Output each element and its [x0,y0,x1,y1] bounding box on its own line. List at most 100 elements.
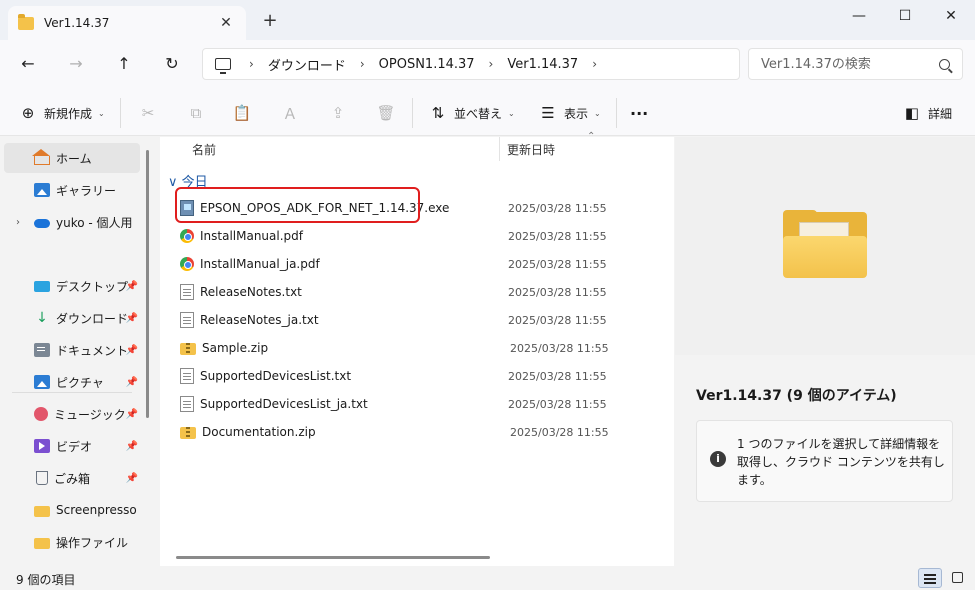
delete-button[interactable]: 🗑 [376,100,396,126]
details-button[interactable]: ◧ 詳細 [902,100,952,126]
details-pane-icon: ◧ [904,104,920,122]
column-separator[interactable] [499,137,500,161]
text-file-icon [180,312,194,328]
pin-icon[interactable]: 📌 [126,473,138,484]
sidebar-item-screenpresso[interactable]: Screenpresso [4,495,140,525]
pin-icon[interactable]: 📌 [126,409,138,420]
preview-title: Ver1.14.37 (9 個のアイテム) [696,388,897,404]
file-row[interactable]: InstallManual_ja.pdf 2025/03/28 11:55 [174,250,664,278]
tab-close-button[interactable]: ✕ [216,15,236,31]
navigation-pane: ホーム ギャラリー › yuko - 個人用 デスクトップ 📌 ↓ ダウンロード… [0,137,156,566]
breadcrumb-separator[interactable]: › [360,57,365,71]
breadcrumb-ver[interactable]: Ver1.14.37 [507,57,578,72]
music-icon [34,407,48,421]
sidebar-item-downloads[interactable]: ↓ ダウンロード 📌 [4,303,140,333]
sidebar-scrollbar[interactable] [146,150,149,418]
breadcrumb-separator[interactable]: › [592,57,597,71]
file-row[interactable]: ReleaseNotes.txt 2025/03/28 11:55 [174,278,664,306]
folder-icon [34,537,50,549]
share-button[interactable]: ⇪ [328,100,348,126]
cut-button[interactable]: ✂ [138,100,158,126]
sidebar-item-label: ビデオ [56,439,93,454]
view-button[interactable]: ☰ 表示 ⌄ [538,100,600,126]
pin-icon[interactable]: 📌 [126,441,138,452]
title-bar: Ver1.14.37 ✕ + — ☐ ✕ [0,0,975,40]
up-button[interactable]: ↑ [110,52,138,76]
breadcrumb-separator[interactable]: › [249,57,254,71]
sidebar-item-videos[interactable]: ビデオ 📌 [4,431,140,461]
copy-button[interactable]: ⧉ [186,100,206,126]
search-icon[interactable] [939,58,950,70]
chevron-down-icon: ⌄ [98,108,105,118]
paste-button[interactable]: 📋 [232,100,252,126]
sidebar-item-home[interactable]: ホーム [4,143,140,173]
breadcrumb-downloads[interactable]: ダウンロード [268,55,346,74]
details-button-label: 詳細 [928,106,953,121]
recycle-bin-icon [36,471,48,485]
new-button[interactable]: ⊕ 新規作成 ⌄ [18,100,105,126]
rename-icon: Ａ [282,104,298,123]
chevron-right-icon[interactable]: › [16,217,20,228]
zip-folder-icon [180,343,196,355]
file-name: ReleaseNotes_ja.txt [200,313,319,327]
pin-icon[interactable]: 📌 [126,345,138,356]
file-date: 2025/03/28 11:55 [508,369,607,383]
file-row[interactable]: ReleaseNotes_ja.txt 2025/03/28 11:55 [174,306,664,334]
maximize-button[interactable]: ☐ [882,4,928,28]
breadcrumb-separator[interactable]: › [489,57,494,71]
file-date: 2025/03/28 11:55 [508,257,607,271]
tab-title: Ver1.14.37 [44,16,110,30]
column-header-date[interactable]: 更新日時 [507,141,555,158]
file-date: 2025/03/28 11:55 [510,425,609,439]
sort-button[interactable]: ⇅ 並べ替え ⌄ [428,100,515,126]
sidebar-item-pictures[interactable]: ピクチャ 📌 [4,367,140,397]
details-view-button[interactable] [918,568,942,588]
tiles-view-button[interactable] [946,568,970,588]
back-button[interactable]: ← [14,52,42,76]
address-bar[interactable]: › ダウンロード › OPOSN1.14.37 › Ver1.14.37 › [202,48,740,80]
new-tab-button[interactable]: + [258,10,282,31]
large-folder-icon [783,210,867,278]
sidebar-item-operation-files[interactable]: 操作ファイル [4,527,140,557]
sidebar-item-documents[interactable]: ドキュメント 📌 [4,335,140,365]
close-button[interactable]: ✕ [928,4,974,28]
refresh-button[interactable]: ↻ [158,52,186,76]
horizontal-scrollbar[interactable] [176,556,490,559]
share-icon: ⇪ [331,104,345,122]
file-row[interactable]: SupportedDevicesList.txt 2025/03/28 11:5… [174,362,664,390]
text-file-icon [180,284,194,300]
info-icon: i [710,451,726,467]
file-row[interactable]: InstallManual.pdf 2025/03/28 11:55 [174,222,664,250]
desktop-icon [34,280,50,292]
sidebar-item-music[interactable]: ミュージック 📌 [4,399,140,429]
sort-chevron-icon: ⌃ [587,131,596,142]
pin-icon[interactable]: 📌 [126,281,138,292]
sidebar-item-recycle-bin[interactable]: ごみ箱 📌 [4,463,140,493]
sidebar-item-onedrive[interactable]: › yuko - 個人用 [4,207,140,237]
minimize-button[interactable]: — [836,4,882,28]
column-header-name[interactable]: 名前 [192,141,216,158]
preview-area [675,137,975,355]
sidebar-item-label: デスクトップ [56,279,129,294]
sort-icon: ⇅ [431,104,445,122]
file-row[interactable]: Sample.zip 2025/03/28 11:55 [174,334,664,362]
file-row[interactable]: Documentation.zip 2025/03/28 11:55 [174,418,664,446]
file-name: ReleaseNotes.txt [200,285,302,299]
view-button-label: 表示 [564,106,589,121]
sidebar-item-label: ドキュメント [56,343,129,358]
folder-icon [18,13,34,30]
rename-button[interactable]: Ａ [280,100,300,126]
info-box: i 1 つのファイルを選択して詳細情報を取得し、クラウド コンテンツを共有します… [696,420,953,502]
file-row[interactable]: SupportedDevicesList_ja.txt 2025/03/28 1… [174,390,664,418]
search-input[interactable] [761,56,939,72]
sidebar-item-gallery[interactable]: ギャラリー [4,175,140,205]
forward-button[interactable]: → [62,52,90,76]
pin-icon[interactable]: 📌 [126,377,138,388]
sidebar-item-desktop[interactable]: デスクトップ 📌 [4,271,140,301]
more-options-button[interactable]: ··· [630,100,648,126]
breadcrumb-oposn[interactable]: OPOSN1.14.37 [379,57,475,72]
search-box[interactable] [748,48,963,80]
pin-icon[interactable]: 📌 [126,313,138,324]
tab-ver1-14-37[interactable]: Ver1.14.37 ✕ [8,6,246,40]
toolbar-divider [412,98,413,128]
